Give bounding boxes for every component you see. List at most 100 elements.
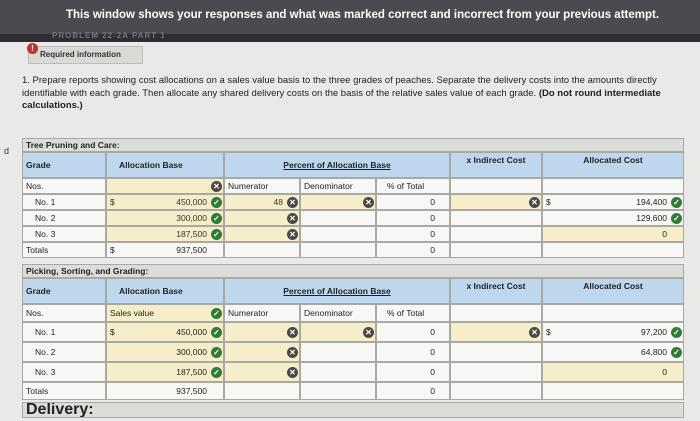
required-info-tab[interactable]: ! Required information [27, 43, 143, 64]
s2-row1-numerator-input[interactable]: ✕ [224, 322, 300, 342]
correct-icon: ✓ [211, 308, 222, 319]
s2-row-nos-grade: Nos. [22, 304, 106, 322]
section2-header-indirect: x Indirect Cost [450, 278, 542, 304]
incorrect-icon: ✕ [287, 213, 298, 224]
s1-row1-denominator-input[interactable]: ✕ [300, 194, 376, 210]
s1-row1-alloc: $ 194,400 ✓ [542, 194, 684, 210]
s1-row1-alloc-value: 194,400 [636, 197, 667, 207]
s2-row1-base-input[interactable]: $ 450,000 ✓ [106, 322, 224, 342]
attempt-banner: This window shows your responses and wha… [0, 0, 700, 34]
s1-row-nos-base-input[interactable]: ✕ [106, 178, 224, 194]
s1-row1-grade: No. 1 [22, 194, 106, 210]
incorrect-icon: ✕ [287, 229, 298, 240]
required-info-label: Required information [40, 50, 121, 59]
s2-row2-alloc: 64,800 ✓ [542, 342, 684, 362]
dollar-sign: $ [110, 197, 115, 207]
s1-row2-pct: 0 [376, 210, 450, 226]
correct-icon: ✓ [211, 327, 222, 338]
section3-title: Delivery: [22, 402, 684, 418]
s1-totals-denominator [300, 242, 376, 258]
s1-row3-pct: 0 [376, 226, 450, 242]
s1-totals-numerator [224, 242, 300, 258]
section2-header-allocated: Allocated Cost [542, 278, 684, 304]
dollar-sign: $ [110, 245, 115, 255]
s2-row1-denominator-input[interactable]: ✕ [300, 322, 376, 342]
correct-icon: ✓ [671, 347, 682, 358]
s2-row1-pct: 0 [376, 322, 450, 342]
s2-row2-numerator-input[interactable]: ✕ [224, 342, 300, 362]
incorrect-icon: ✕ [529, 197, 540, 208]
s1-row2-denominator [300, 210, 376, 226]
s1-row3-grade: No. 3 [22, 226, 106, 242]
correct-icon: ✓ [671, 213, 682, 224]
incorrect-icon: ✕ [287, 347, 298, 358]
s2-row1-indirect-input[interactable]: ✕ [450, 322, 542, 342]
s2-row2-grade: No. 2 [22, 342, 106, 362]
s2-totals-pct: 0 [376, 382, 450, 400]
s2-row2-denominator [300, 342, 376, 362]
s1-totals-indirect [450, 242, 542, 258]
s1-totals-base: $ 937,500 [106, 242, 224, 258]
s2-row1-alloc: $ 97,200 ✓ [542, 322, 684, 342]
s2-row3-alloc-value: 0 [662, 367, 667, 377]
s1-row3-base-input[interactable]: 187,500 ✓ [106, 226, 224, 242]
section2-header-base: Allocation Base [106, 278, 224, 304]
s2-totals-numerator [224, 382, 300, 400]
section1-title: Tree Pruning and Care: [22, 138, 684, 152]
s1-row1-indirect-input[interactable]: ✕ [450, 194, 542, 210]
correct-icon: ✓ [211, 213, 222, 224]
dollar-sign: $ [546, 327, 551, 337]
s1-row1-base-input[interactable]: $ 450,000 ✓ [106, 194, 224, 210]
s2-row3-alloc-input[interactable]: 0 [542, 362, 684, 382]
s1-sub-numerator: Numerator [224, 178, 300, 194]
correct-icon: ✓ [211, 229, 222, 240]
s1-row-nos-alloc [542, 178, 684, 194]
s2-row-nos-base-input[interactable]: Sales value ✓ [106, 304, 224, 322]
s2-row3-pct: 0 [376, 362, 450, 382]
s2-totals-denominator [300, 382, 376, 400]
s1-row-nos-grade: Nos. [22, 178, 106, 194]
s1-row3-alloc-value: 0 [662, 229, 667, 239]
s1-row2-indirect [450, 210, 542, 226]
section2-table: Picking, Sorting, and Grading: Grade All… [22, 264, 684, 406]
s2-row-nos-alloc [542, 304, 684, 322]
s1-row3-alloc-input[interactable]: 0 [542, 226, 684, 242]
s2-totals-base: 937,500 [106, 382, 224, 400]
incorrect-icon: ✕ [211, 181, 222, 192]
s1-row2-alloc-value: 129,600 [636, 213, 667, 223]
s2-row2-indirect [450, 342, 542, 362]
s2-row3-base-value: 187,500 [176, 367, 207, 377]
s1-totals-base-value: 937,500 [176, 245, 207, 255]
correct-icon: ✓ [671, 327, 682, 338]
s2-row3-numerator-input[interactable]: ✕ [224, 362, 300, 382]
s2-sub-denominator: Denominator [300, 304, 376, 322]
section1-header-grade: Grade [22, 152, 106, 178]
alert-icon: ! [27, 43, 38, 54]
section2-header-percent: Percent of Allocation Base [224, 278, 450, 304]
s2-row1-alloc-value: 97,200 [641, 327, 667, 337]
section2-header-grade: Grade [22, 278, 106, 304]
s2-row2-base-input[interactable]: 300,000 ✓ [106, 342, 224, 362]
section2-title: Picking, Sorting, and Grading: [22, 264, 684, 278]
s2-row3-indirect [450, 362, 542, 382]
side-label: d [4, 146, 10, 156]
s1-row2-grade: No. 2 [22, 210, 106, 226]
correct-icon: ✓ [671, 197, 682, 208]
s2-row3-denominator [300, 362, 376, 382]
s1-row3-numerator-input[interactable]: ✕ [224, 226, 300, 242]
s2-totals-base-value: 937,500 [176, 386, 207, 396]
s2-row1-grade: No. 1 [22, 322, 106, 342]
s1-row2-numerator-input[interactable]: ✕ [224, 210, 300, 226]
correct-icon: ✓ [211, 197, 222, 208]
incorrect-icon: ✕ [287, 327, 298, 338]
s1-row1-numerator-input[interactable]: 48 ✕ [224, 194, 300, 210]
s2-totals-indirect [450, 382, 542, 400]
s1-totals-grade: Totals [22, 242, 106, 258]
s1-row2-base-input[interactable]: 300,000 ✓ [106, 210, 224, 226]
s2-sales-value: Sales value [110, 308, 154, 318]
section1-header-indirect: x Indirect Cost [450, 152, 542, 178]
s1-totals-alloc [542, 242, 684, 258]
s2-row3-base-input[interactable]: 187,500 ✓ [106, 362, 224, 382]
s1-row3-denominator [300, 226, 376, 242]
dollar-sign: $ [546, 197, 551, 207]
